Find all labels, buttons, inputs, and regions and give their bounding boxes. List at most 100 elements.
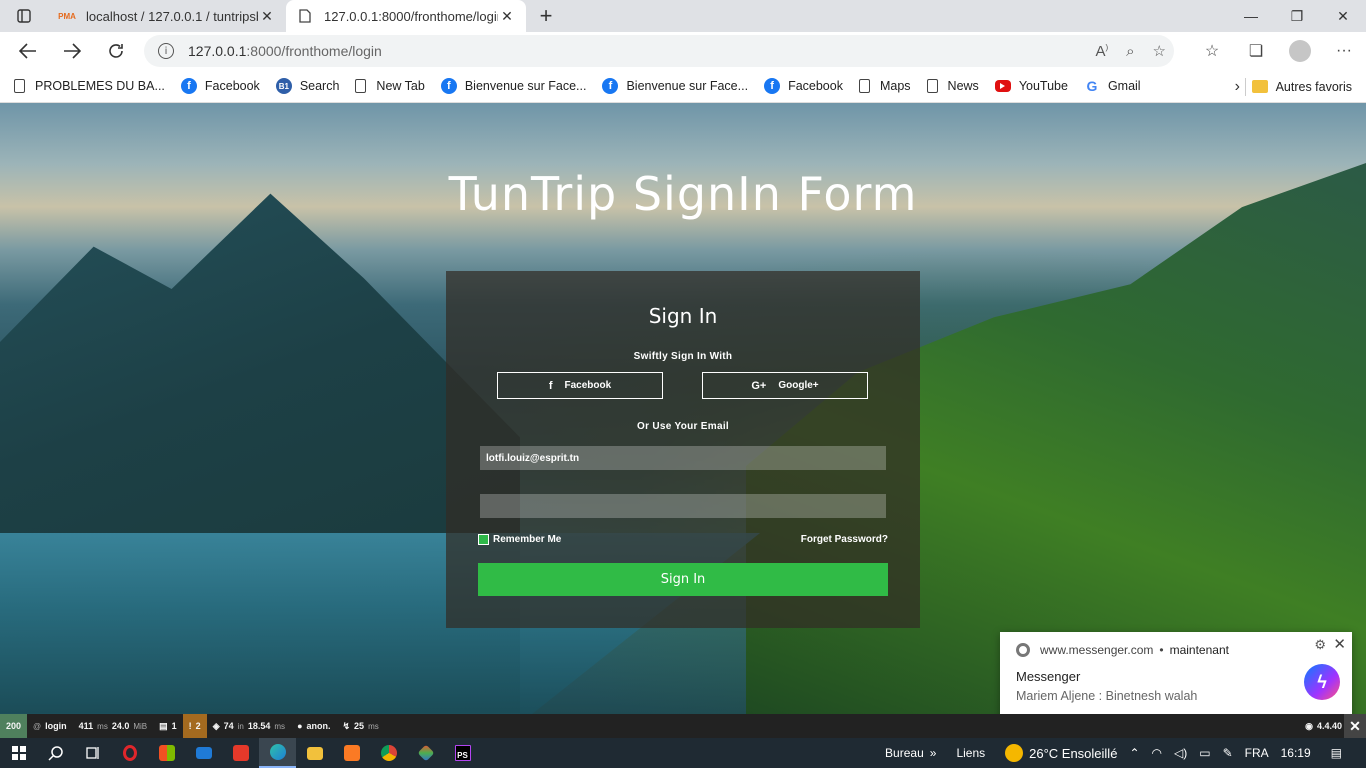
email-field[interactable] [480,446,886,470]
page-icon [296,8,314,24]
opera-icon[interactable] [111,738,148,768]
network-icon[interactable]: ◠ [1152,746,1162,760]
debug-user[interactable]: ● anon. [291,714,336,738]
battery-icon[interactable]: ▭ [1199,746,1210,760]
task-view-icon[interactable] [74,738,111,768]
facebook-login-button[interactable]: f Facebook [497,372,663,399]
debug-ajax[interactable]: ↯ 25 ms [337,714,385,738]
facebook-login-label: Facebook [564,380,612,391]
read-aloud-icon[interactable]: A) [1095,43,1108,60]
layers-icon: ◈ [212,720,220,731]
bookmark-item[interactable]: New Tab [355,79,425,93]
debug-time[interactable]: 411 ms 24.0 MiB [73,714,154,738]
edge-icon[interactable] [259,738,296,768]
bookmark-item[interactable]: f Bienvenue sur Face... [602,78,748,94]
notification-center-icon[interactable]: ▤ [1331,746,1342,760]
status-badge[interactable]: 200 [0,714,27,738]
tab-login[interactable]: 127.0.0.1:8000/fronthome/login ✕ [286,0,526,32]
debug-warnings[interactable]: ! 2 [182,714,207,738]
back-button[interactable] [6,32,50,70]
links-toolbar[interactable]: Liens [956,746,985,760]
favorites-icon[interactable]: ☆ [1190,32,1234,70]
notification-app: Messenger [1016,669,1081,684]
symfony-version[interactable]: ◉ 4.4.40 [1305,714,1342,738]
minimize-button[interactable]: — [1228,0,1274,32]
user-icon: ● [297,721,303,731]
restore-button[interactable]: ❐ [1274,0,1320,32]
weather-sun-icon[interactable] [1005,744,1024,762]
chevron-up-icon[interactable]: ⌃ [1129,746,1139,760]
url-text[interactable]: 127.0.0.1:8000/fronthome/login [188,43,382,59]
chrome-icon[interactable] [370,738,407,768]
bookmark-item[interactable]: f Bienvenue sur Face... [440,78,586,94]
address-bar[interactable]: i 127.0.0.1:8000/fronthome/login A) ⌕ ☆ [144,35,1174,67]
forgot-password-link[interactable]: Forget Password? [801,534,888,545]
language-indicator[interactable]: FRA [1245,746,1269,760]
debug-forms[interactable]: ▤ 1 [153,714,183,738]
file-explorer-icon[interactable] [296,738,333,768]
close-tab-icon[interactable]: ✕ [258,8,276,25]
tab-title: 127.0.0.1:8000/fronthome/login [324,8,498,24]
office-icon[interactable] [222,738,259,768]
mail-icon[interactable] [185,738,222,768]
browser-tab-bar: PMA localhost / 127.0.0.1 / tuntripsbd ✕… [0,0,1366,32]
tab-actions-icon[interactable] [0,0,48,32]
page-icon [926,79,938,93]
page-title: TunTrip SignIn Form [448,167,918,221]
bookmark-item[interactable]: YouTube [994,79,1068,93]
google-login-label: Google+ [778,380,819,391]
search-icon[interactable] [37,738,74,768]
bookmark-item[interactable]: f Facebook [180,78,260,94]
b1-icon: B1 [275,78,292,94]
add-favorite-icon[interactable]: ☆ [1153,42,1166,60]
divider [1245,78,1246,96]
bookmark-item[interactable]: Maps [858,79,911,93]
debug-route[interactable]: @ login [27,714,73,738]
symfony-icon: ◉ [1305,720,1313,731]
sign-in-button[interactable]: Sign In [478,563,888,596]
phpstorm-icon[interactable]: PS [444,738,481,768]
zoom-icon[interactable]: ⌕ [1126,43,1134,60]
debug-toolbar: 200 @ login 411 ms 24.0 MiB ▤ 1 ! 2 ◈ 74 in 18.54… [0,714,1366,738]
xampp-icon[interactable] [333,738,370,768]
windows-start-icon[interactable] [0,738,37,768]
weather-text[interactable]: 26°C Ensoleillé [1029,746,1117,761]
bookmark-item[interactable]: G Gmail [1084,78,1140,94]
close-icon[interactable]: ✕ [1344,714,1366,738]
bookmark-item[interactable]: f Facebook [764,78,843,94]
tab-phpmyadmin[interactable]: PMA localhost / 127.0.0.1 / tuntripsbd ✕ [48,0,286,32]
close-tab-icon[interactable]: ✕ [498,8,516,25]
other-favorites-folder[interactable]: Autres favoris [1251,70,1352,103]
close-window-button[interactable]: ✕ [1320,0,1366,32]
google-login-button[interactable]: G+ Google+ [702,372,868,399]
more-menu-icon[interactable]: ··· [1322,32,1366,70]
clock[interactable]: 16:19 [1281,746,1311,760]
facebook-icon: f [764,78,781,94]
chevron-right-icon[interactable]: › [1235,70,1240,103]
refresh-button[interactable] [94,32,138,70]
password-field[interactable] [480,494,886,518]
volume-icon[interactable]: ◁) [1174,746,1187,760]
bookmark-item[interactable]: PROBLEMES DU BA... [14,79,165,93]
new-tab-button[interactable]: + [526,0,566,32]
forward-button[interactable] [50,32,94,70]
chevron-double-right-icon[interactable]: » [930,746,937,760]
close-icon[interactable]: ✕ [1333,635,1346,653]
debug-twig[interactable]: ◈ 74 in 18.54 ms [207,714,291,738]
messenger-notification[interactable]: www.messenger.com • maintenant ⚙ ✕ Messe… [1000,632,1352,721]
remember-me[interactable]: Remember Me [478,534,561,545]
store-icon[interactable] [148,738,185,768]
profile-avatar[interactable] [1289,40,1311,62]
site-info-icon[interactable]: i [158,43,174,59]
remember-me-checkbox[interactable] [478,534,489,545]
bookmark-item[interactable]: News [926,79,979,93]
page-icon [355,79,367,93]
facebook-icon: f [602,78,619,94]
git-icon[interactable] [407,738,444,768]
desktop-toolbar[interactable]: Bureau [885,746,924,760]
pen-icon[interactable]: ✎ [1223,746,1233,760]
bookmarks-bar: PROBLEMES DU BA... f Facebook B1 Search Ne… [0,70,1366,103]
bookmark-item[interactable]: B1 Search [275,78,339,94]
collections-icon[interactable]: ❏ [1234,32,1278,70]
gear-icon[interactable]: ⚙ [1314,637,1326,653]
